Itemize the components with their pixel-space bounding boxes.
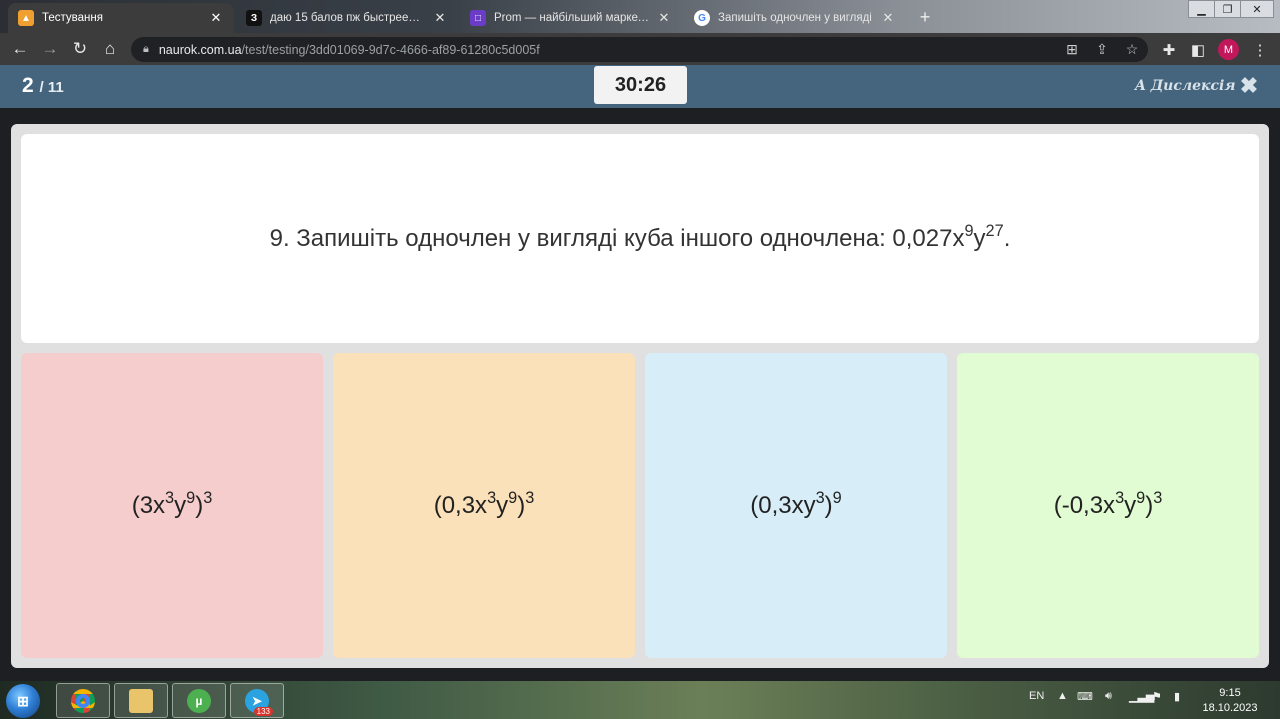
formula-part: (0,3x xyxy=(433,491,488,519)
answer-option-4[interactable]: (-0,3x3y9)3 xyxy=(957,353,1259,658)
start-button[interactable]: ⊞ xyxy=(6,684,40,718)
current-question-number: 2 xyxy=(22,74,34,97)
window-close-icon[interactable]: ✕ xyxy=(1240,0,1274,18)
tab-google-search[interactable]: G Запишіть одночлен у вигляді ✕ xyxy=(684,3,906,33)
question-part: . xyxy=(1003,224,1011,252)
windows-logo-icon: ⊞ xyxy=(17,692,29,709)
language-indicator[interactable]: EN xyxy=(1029,690,1044,702)
formula-exponent: 9 xyxy=(1136,488,1146,507)
system-clock[interactable]: 9:15 18.10.2023 xyxy=(1200,686,1260,716)
chrome-icon xyxy=(71,688,95,713)
formula-exponent: 3 xyxy=(203,488,213,507)
volume-icon[interactable]: 🔊︎ xyxy=(1105,690,1112,703)
question-part: 9. Запишіть одночлен у вигляді куба іншо… xyxy=(269,224,965,252)
tab-title: Prom — найбільший маркетплейс xyxy=(494,12,650,24)
taskbar-utorrent[interactable]: µ xyxy=(172,683,226,718)
show-hidden-icons-icon[interactable]: ▲ xyxy=(1057,690,1068,702)
menu-kebab-icon[interactable]: ⋮ xyxy=(1249,39,1271,61)
minimize-icon[interactable]: ▁ xyxy=(1188,0,1215,18)
question-part: y xyxy=(973,224,986,252)
close-quiz-icon[interactable]: ✖ xyxy=(1238,73,1260,98)
answer-formula: (3x3y9)3 xyxy=(131,488,213,520)
formula-part: y xyxy=(496,491,509,519)
close-icon[interactable]: ✕ xyxy=(656,10,672,26)
google-icon: G xyxy=(694,10,710,26)
answer-formula: (0,3x3y9)3 xyxy=(433,488,535,520)
url-path: /test/testing/3dd01069-9d7c-4666-af89-61… xyxy=(241,42,540,57)
share-icon[interactable]: ⇪ xyxy=(1092,39,1112,59)
dyslexia-toggle[interactable]: A Дислексія xyxy=(1135,78,1236,94)
new-tab-button[interactable]: + xyxy=(914,6,936,28)
profile-avatar[interactable]: M xyxy=(1218,39,1239,60)
url-host: naurok.com.ua xyxy=(158,42,242,57)
formula-part: (-0,3x xyxy=(1053,491,1116,519)
taskbar-chrome[interactable] xyxy=(56,683,110,718)
back-arrow-icon[interactable]: ← xyxy=(8,37,32,61)
formula-part: y xyxy=(1124,491,1137,519)
clock-time: 9:15 xyxy=(1219,687,1241,699)
formula-exponent: 3 xyxy=(1153,488,1163,507)
keyboard-icon[interactable]: ⌨ xyxy=(1077,690,1093,703)
timer: 30:26 xyxy=(594,66,687,104)
znanija-icon: З xyxy=(246,10,262,26)
close-icon[interactable]: ✕ xyxy=(208,10,224,26)
answer-option-2[interactable]: (0,3x3y9)3 xyxy=(333,353,635,658)
formula-part: ) xyxy=(195,491,204,519)
answer-formula: (-0,3x3y9)3 xyxy=(1053,488,1163,520)
tab-title: Тестування xyxy=(42,12,103,24)
formula-exponent: 3 xyxy=(165,488,175,507)
formula-exponent: 3 xyxy=(815,488,825,507)
restore-icon[interactable]: ❐ xyxy=(1214,0,1241,18)
network-signal-icon[interactable]: ▁▃▅ xyxy=(1129,690,1154,703)
taskbar-explorer[interactable] xyxy=(114,683,168,718)
formula-exponent: 9 xyxy=(508,488,518,507)
question-card: 9. Запишіть одночлен у вигляді куба іншо… xyxy=(21,134,1259,343)
tab-znanija[interactable]: З даю 15 балов пж быстрееееее ✕ xyxy=(236,3,458,33)
translate-icon[interactable]: ⊞ xyxy=(1062,39,1082,59)
tab-prom[interactable]: □ Prom — найбільший маркетплейс ✕ xyxy=(460,3,682,33)
tab-title: Запишіть одночлен у вигляді xyxy=(718,12,872,24)
question-exponent: 9 xyxy=(964,221,974,240)
side-panel-icon[interactable]: ◧ xyxy=(1187,39,1209,61)
notification-badge: 133 xyxy=(253,707,273,716)
answer-option-3[interactable]: (0,3xy3)9 xyxy=(645,353,947,658)
naurok-icon: ▲ xyxy=(18,10,34,26)
flag-icon[interactable]: ⚑ xyxy=(1152,690,1162,703)
formula-part: (0,3xy xyxy=(750,491,816,519)
prom-icon: □ xyxy=(470,10,486,26)
utorrent-icon: µ xyxy=(187,688,211,713)
taskbar-telegram[interactable]: ➤ 133 xyxy=(230,683,284,718)
question-counter: 2 / 11 xyxy=(22,74,64,98)
battery-icon[interactable]: ▮ xyxy=(1174,690,1180,703)
answer-option-1[interactable]: (3x3y9)3 xyxy=(21,353,323,658)
reload-icon[interactable]: ↻ xyxy=(68,37,92,61)
formula-exponent: 9 xyxy=(832,488,842,507)
close-icon[interactable]: ✕ xyxy=(432,10,448,26)
question-exponent: 27 xyxy=(985,221,1004,240)
extensions-puzzle-icon[interactable]: ✚ xyxy=(1158,39,1180,61)
formula-exponent: 3 xyxy=(525,488,535,507)
address-bar[interactable]: 🔒︎ naurok.com.ua/test/testing/3dd01069-9… xyxy=(131,37,1148,62)
tab-title: даю 15 балов пж быстрееееее xyxy=(270,12,426,24)
formula-exponent: 3 xyxy=(1115,488,1125,507)
clock-date: 18.10.2023 xyxy=(1202,702,1258,714)
home-icon[interactable]: ⌂ xyxy=(98,37,122,61)
total-questions: / 11 xyxy=(39,79,64,96)
formula-part: y xyxy=(174,491,187,519)
close-icon[interactable]: ✕ xyxy=(880,10,896,26)
answer-formula: (0,3xy3)9 xyxy=(750,488,842,520)
formula-exponent: 9 xyxy=(186,488,196,507)
lock-icon: 🔒︎ xyxy=(143,43,149,55)
tab-testing[interactable]: ▲ Тестування ✕ xyxy=(8,3,234,33)
formula-part: ) xyxy=(824,491,833,519)
forward-arrow-icon[interactable]: → xyxy=(38,37,62,61)
question-text: 9. Запишіть одночлен у вигляді куба іншо… xyxy=(269,221,1011,253)
formula-part: (3x xyxy=(131,491,166,519)
folder-icon xyxy=(129,688,153,713)
formula-exponent: 3 xyxy=(487,488,497,507)
bookmark-star-icon[interactable]: ☆ xyxy=(1122,39,1142,59)
url-text: naurok.com.ua/test/testing/3dd01069-9d7c… xyxy=(159,43,540,57)
